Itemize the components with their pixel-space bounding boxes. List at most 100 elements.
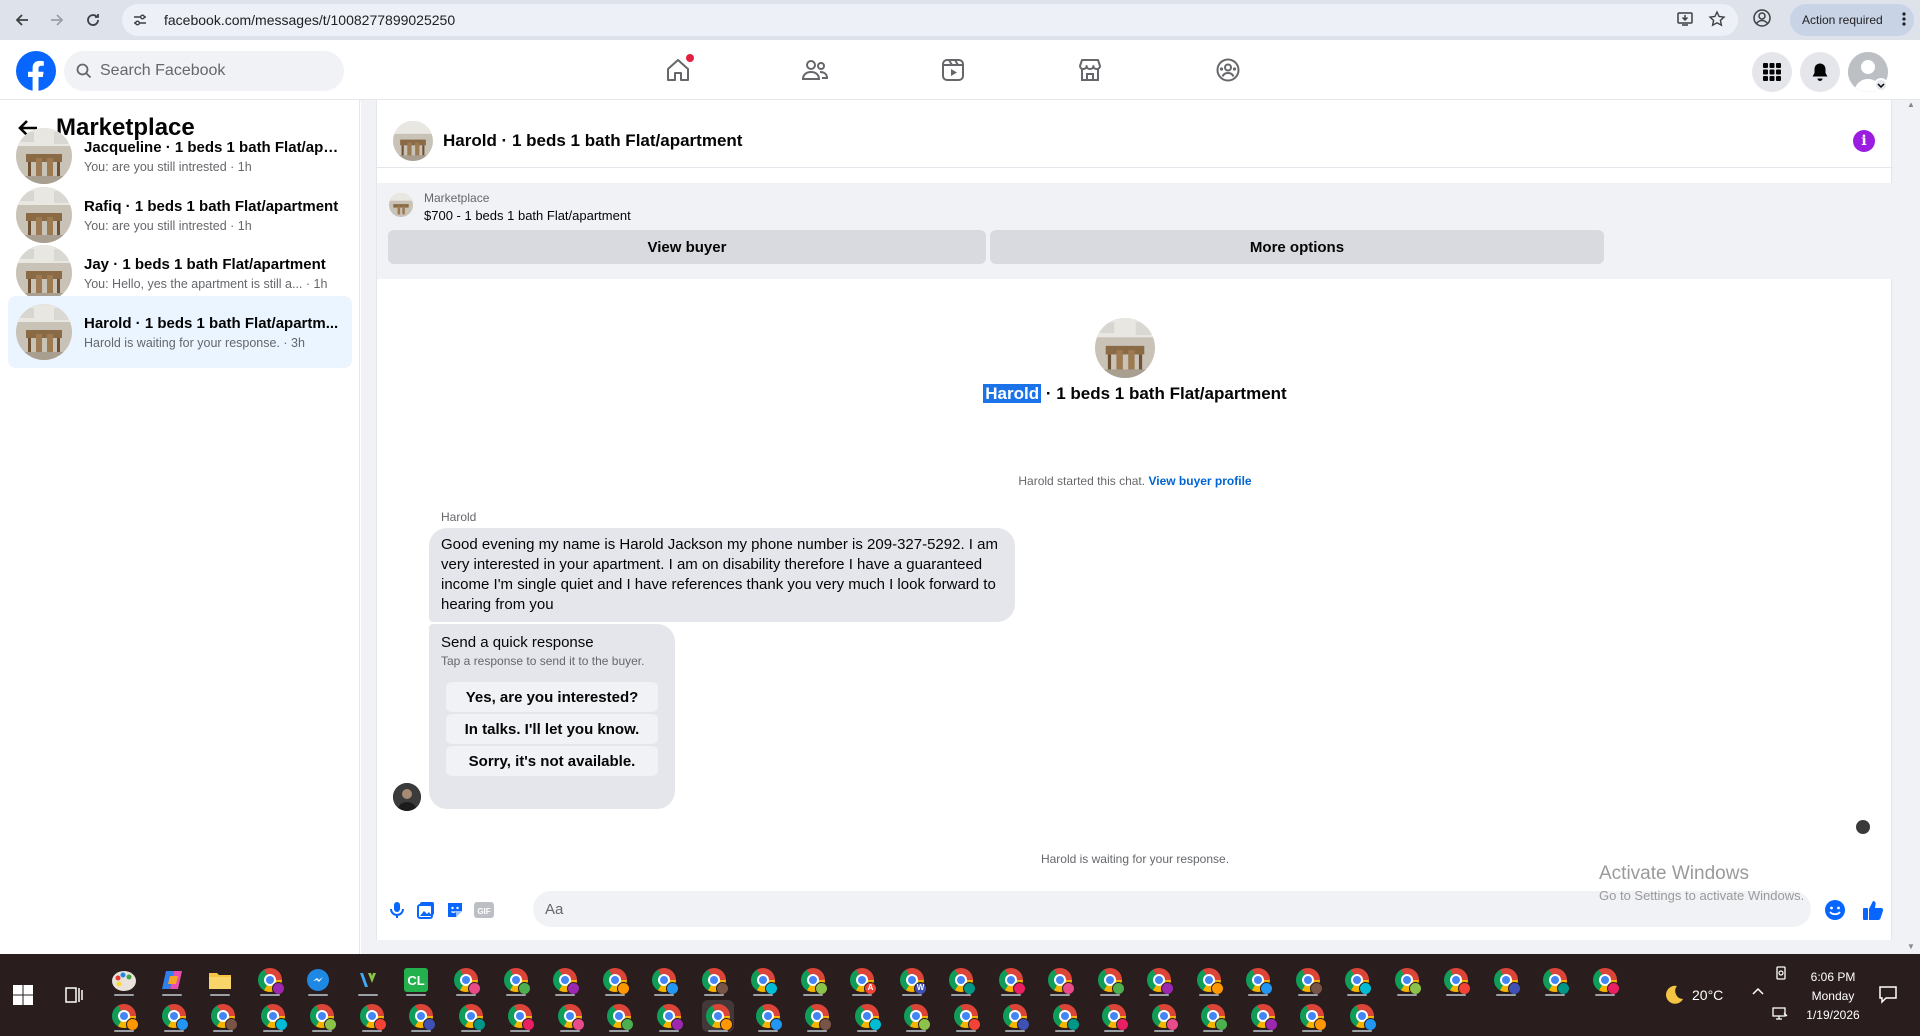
chrome-window-icon[interactable]	[1539, 964, 1571, 996]
nav-groups[interactable]	[1172, 40, 1284, 100]
messaging-app-icon[interactable]	[302, 964, 334, 996]
chrome-window-icon[interactable]: W	[896, 964, 928, 996]
weather-widget[interactable]: 20°C	[1662, 984, 1723, 1006]
menu-grid-button[interactable]	[1752, 52, 1792, 92]
chrome-window-icon[interactable]	[254, 964, 286, 996]
sender-avatar[interactable]	[393, 783, 421, 811]
chrome-window-icon[interactable]	[603, 1000, 635, 1032]
chrome-window-icon[interactable]	[950, 1000, 982, 1032]
taskbar-clock[interactable]: 6:06 PM Monday 1/19/2026	[1793, 968, 1873, 1025]
notification-center-icon[interactable]	[1878, 984, 1898, 1004]
chrome-window-icon[interactable]	[554, 1000, 586, 1032]
chrome-window-icon[interactable]	[1346, 1000, 1378, 1032]
chrome-window-icon[interactable]	[1490, 964, 1522, 996]
chrome-window-icon[interactable]	[1247, 1000, 1279, 1032]
address-bar[interactable]: facebook.com/messages/t/1008277899025250	[122, 4, 1738, 36]
chrome-window-icon[interactable]	[549, 964, 581, 996]
chrome-window-icon[interactable]	[653, 1000, 685, 1032]
chrome-window-icon[interactable]	[1049, 1000, 1081, 1032]
bookmark-star-icon[interactable]	[1708, 10, 1726, 28]
chrome-window-icon[interactable]	[306, 1000, 338, 1032]
chrome-window-icon[interactable]	[1589, 964, 1621, 996]
chrome-window-icon[interactable]	[1242, 964, 1274, 996]
quick-response-not-available[interactable]: Sorry, it's not available.	[446, 746, 658, 776]
chrome-window-icon[interactable]	[450, 964, 482, 996]
chrome-window-icon[interactable]	[207, 1000, 239, 1032]
chrome-window-icon[interactable]	[1193, 964, 1225, 996]
info-icon[interactable]: i	[1853, 130, 1875, 152]
chrome-window-icon[interactable]: A	[846, 964, 878, 996]
microphone-icon[interactable]	[385, 898, 409, 922]
chrome-window-icon[interactable]	[158, 1000, 190, 1032]
browser-profile-icon[interactable]	[1752, 8, 1776, 32]
listing-thumbnail[interactable]	[393, 120, 433, 161]
scroll-down-icon[interactable]: ▼	[1907, 942, 1917, 951]
nav-friends[interactable]	[759, 40, 871, 100]
more-options-button[interactable]: More options	[990, 230, 1604, 264]
chrome-window-icon[interactable]	[599, 964, 631, 996]
chrome-window-icon[interactable]	[1440, 964, 1472, 996]
emoji-icon[interactable]	[1823, 898, 1847, 922]
chrome-window-icon[interactable]	[1044, 964, 1076, 996]
chrome-window-icon[interactable]	[1148, 1000, 1180, 1032]
chrome-window-icon[interactable]	[801, 1000, 833, 1032]
chrome-window-icon[interactable]	[1197, 1000, 1229, 1032]
view-buyer-button[interactable]: View buyer	[388, 230, 986, 264]
chrome-window-icon[interactable]	[1098, 1000, 1130, 1032]
screen-capture-icon[interactable]	[1774, 966, 1788, 980]
paint-app-icon[interactable]	[108, 964, 140, 996]
chrome-window-icon[interactable]	[455, 1000, 487, 1032]
chrome-window-icon[interactable]	[851, 1000, 883, 1032]
quick-response-in-talks[interactable]: In talks. I'll let you know.	[446, 714, 658, 744]
view-buyer-profile-link[interactable]: View buyer profile	[1148, 474, 1251, 488]
facebook-logo-icon[interactable]	[16, 51, 56, 91]
chrome-window-icon[interactable]	[1143, 964, 1175, 996]
chrome-window-icon[interactable]	[900, 1000, 932, 1032]
chrome-window-icon[interactable]	[797, 964, 829, 996]
chrome-window-icon[interactable]	[999, 1000, 1031, 1032]
listing-summary[interactable]: $700 - 1 beds 1 bath Flat/apartment	[424, 208, 631, 223]
nav-home[interactable]	[622, 40, 734, 100]
more-vert-icon[interactable]	[1902, 11, 1906, 27]
chrome-window-icon[interactable]	[504, 1000, 536, 1032]
chrome-window-icon[interactable]	[1296, 1000, 1328, 1032]
windows-start-icon[interactable]	[12, 984, 34, 1006]
copilot-icon[interactable]	[156, 964, 188, 996]
action-required-button[interactable]: Action required	[1790, 4, 1914, 36]
forward-arrow-icon[interactable]	[40, 3, 74, 37]
account-chevron-icon[interactable]	[1874, 78, 1888, 92]
sticker-icon[interactable]	[443, 898, 467, 922]
install-app-icon[interactable]	[1676, 10, 1694, 28]
nav-marketplace[interactable]	[1034, 40, 1146, 100]
chrome-window-icon[interactable]	[648, 964, 680, 996]
reload-icon[interactable]	[76, 3, 110, 37]
file-explorer-icon[interactable]	[204, 964, 236, 996]
notifications-button[interactable]	[1800, 52, 1840, 92]
chrome-window-icon[interactable]	[1391, 964, 1423, 996]
chrome-window-icon[interactable]	[405, 1000, 437, 1032]
photo-icon[interactable]	[414, 898, 438, 922]
chrome-window-icon[interactable]	[752, 1000, 784, 1032]
listing-avatar[interactable]	[1095, 318, 1155, 378]
chat-title[interactable]: Harold · 1 beds 1 bath Flat/apartment	[443, 131, 742, 151]
chrome-window-icon[interactable]	[1341, 964, 1373, 996]
facebook-search[interactable]	[64, 51, 344, 91]
site-settings-icon[interactable]	[132, 12, 152, 28]
chrome-window-icon[interactable]	[356, 1000, 388, 1032]
gif-icon[interactable]: GIF	[472, 898, 496, 922]
chrome-window-icon[interactable]	[995, 964, 1027, 996]
chrome-window-icon[interactable]	[702, 1000, 734, 1032]
v-app-icon[interactable]	[352, 964, 384, 996]
show-hidden-icons[interactable]	[1750, 984, 1766, 1000]
chrome-window-icon[interactable]	[1292, 964, 1324, 996]
chrome-window-icon[interactable]	[1094, 964, 1126, 996]
task-view-icon[interactable]	[62, 984, 84, 1006]
quick-response-yes[interactable]: Yes, are you interested?	[446, 682, 658, 712]
conversation-item-harold[interactable]: Harold · 1 beds 1 bath Flat/apartm... Ha…	[8, 296, 352, 368]
scroll-up-icon[interactable]: ▲	[1907, 100, 1917, 109]
back-arrow-icon[interactable]	[5, 3, 39, 37]
message-input[interactable]	[545, 900, 1745, 918]
chrome-window-icon[interactable]	[108, 1000, 140, 1032]
chrome-window-icon[interactable]	[500, 964, 532, 996]
chrome-window-icon[interactable]	[698, 964, 730, 996]
